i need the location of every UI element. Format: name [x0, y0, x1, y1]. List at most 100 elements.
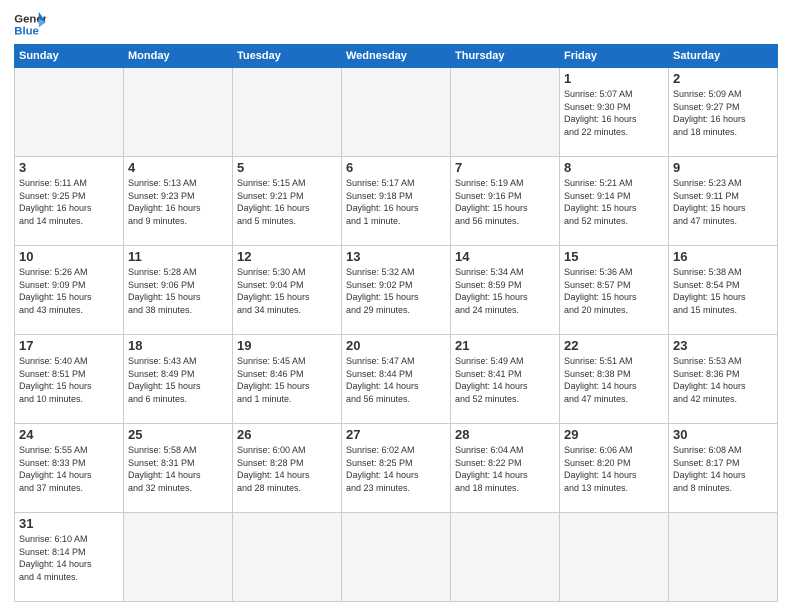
week-row-6: 31 Sunrise: 6:10 AM Sunset: 8:14 PM Dayli… — [15, 513, 778, 602]
calendar-cell: 7Sunrise: 5:19 AM Sunset: 9:16 PM Daylig… — [451, 157, 560, 246]
day-number: 18 — [128, 338, 228, 353]
calendar-cell: 9 Sunrise: 5:23 AM Sunset: 9:11 PM Daylig… — [669, 157, 778, 246]
calendar-cell: 2Sunrise: 5:09 AM Sunset: 9:27 PM Daylig… — [669, 68, 778, 157]
calendar-cell: 3 Sunrise: 5:11 AM Sunset: 9:25 PM Daylig… — [15, 157, 124, 246]
calendar-cell — [124, 513, 233, 602]
calendar-cell: 10 Sunrise: 5:26 AM Sunset: 9:09 PM Dayli… — [15, 246, 124, 335]
day-info: Sunrise: 5:28 AM Sunset: 9:06 PM Dayligh… — [128, 266, 228, 316]
day-info: Sunrise: 5:49 AM Sunset: 8:41 PM Dayligh… — [455, 355, 555, 405]
calendar-cell: 4 Sunrise: 5:13 AM Sunset: 9:23 PM Daylig… — [124, 157, 233, 246]
week-row-5: 24 Sunrise: 5:55 AM Sunset: 8:33 PM Dayli… — [15, 424, 778, 513]
day-number: 9 — [673, 160, 773, 175]
weekday-header-friday: Friday — [560, 45, 669, 68]
day-info: Sunrise: 5:43 AM Sunset: 8:49 PM Dayligh… — [128, 355, 228, 405]
day-number: 22 — [564, 338, 664, 353]
day-number: 20 — [346, 338, 446, 353]
day-info: Sunrise: 5:15 AM Sunset: 9:21 PM Dayligh… — [237, 177, 337, 227]
weekday-header-row: SundayMondayTuesdayWednesdayThursdayFrid… — [15, 45, 778, 68]
day-number: 2 — [673, 71, 773, 86]
day-info: Sunrise: 5:21 AM Sunset: 9:14 PM Dayligh… — [564, 177, 664, 227]
calendar-cell — [342, 68, 451, 157]
day-number: 7 — [455, 160, 555, 175]
calendar-cell — [451, 513, 560, 602]
day-info: Sunrise: 5:17 AM Sunset: 9:18 PM Dayligh… — [346, 177, 446, 227]
calendar-cell: 13 Sunrise: 5:32 AM Sunset: 9:02 PM Dayli… — [342, 246, 451, 335]
day-number: 31 — [19, 516, 119, 531]
day-info: Sunrise: 5:45 AM Sunset: 8:46 PM Dayligh… — [237, 355, 337, 405]
calendar-cell: 19Sunrise: 5:45 AM Sunset: 8:46 PM Dayli… — [233, 335, 342, 424]
day-number: 27 — [346, 427, 446, 442]
day-info: Sunrise: 6:08 AM Sunset: 8:17 PM Dayligh… — [673, 444, 773, 494]
calendar-cell — [15, 68, 124, 157]
day-info: Sunrise: 5:11 AM Sunset: 9:25 PM Dayligh… — [19, 177, 119, 227]
weekday-header-wednesday: Wednesday — [342, 45, 451, 68]
weekday-header-sunday: Sunday — [15, 45, 124, 68]
day-number: 12 — [237, 249, 337, 264]
calendar-cell: 24 Sunrise: 5:55 AM Sunset: 8:33 PM Dayli… — [15, 424, 124, 513]
calendar-cell: 15Sunrise: 5:36 AM Sunset: 8:57 PM Dayli… — [560, 246, 669, 335]
calendar-cell: 18 Sunrise: 5:43 AM Sunset: 8:49 PM Dayli… — [124, 335, 233, 424]
calendar-cell: 5 Sunrise: 5:15 AM Sunset: 9:21 PM Daylig… — [233, 157, 342, 246]
svg-text:Blue: Blue — [14, 26, 39, 38]
day-number: 3 — [19, 160, 119, 175]
weekday-header-saturday: Saturday — [669, 45, 778, 68]
calendar-cell: 22Sunrise: 5:51 AM Sunset: 8:38 PM Dayli… — [560, 335, 669, 424]
day-number: 8 — [564, 160, 664, 175]
calendar-cell: 11 Sunrise: 5:28 AM Sunset: 9:06 PM Dayli… — [124, 246, 233, 335]
day-number: 17 — [19, 338, 119, 353]
day-info: Sunrise: 5:58 AM Sunset: 8:31 PM Dayligh… — [128, 444, 228, 494]
calendar-cell: 6 Sunrise: 5:17 AM Sunset: 9:18 PM Daylig… — [342, 157, 451, 246]
calendar-table: SundayMondayTuesdayWednesdayThursdayFrid… — [14, 44, 778, 602]
day-info: Sunrise: 5:26 AM Sunset: 9:09 PM Dayligh… — [19, 266, 119, 316]
calendar-cell: 8 Sunrise: 5:21 AM Sunset: 9:14 PM Daylig… — [560, 157, 669, 246]
day-number: 16 — [673, 249, 773, 264]
day-info: Sunrise: 5:53 AM Sunset: 8:36 PM Dayligh… — [673, 355, 773, 405]
calendar-cell — [342, 513, 451, 602]
weekday-header-monday: Monday — [124, 45, 233, 68]
day-number: 25 — [128, 427, 228, 442]
page: General Blue SundayMondayTuesdayWednesda… — [0, 0, 792, 612]
day-info: Sunrise: 5:32 AM Sunset: 9:02 PM Dayligh… — [346, 266, 446, 316]
calendar-cell: 30 Sunrise: 6:08 AM Sunset: 8:17 PM Dayli… — [669, 424, 778, 513]
day-info: Sunrise: 6:00 AM Sunset: 8:28 PM Dayligh… — [237, 444, 337, 494]
day-number: 5 — [237, 160, 337, 175]
calendar-cell: 14Sunrise: 5:34 AM Sunset: 8:59 PM Dayli… — [451, 246, 560, 335]
day-number: 6 — [346, 160, 446, 175]
day-info: Sunrise: 6:02 AM Sunset: 8:25 PM Dayligh… — [346, 444, 446, 494]
week-row-2: 3 Sunrise: 5:11 AM Sunset: 9:25 PM Daylig… — [15, 157, 778, 246]
calendar-cell: 29 Sunrise: 6:06 AM Sunset: 8:20 PM Dayli… — [560, 424, 669, 513]
weekday-header-thursday: Thursday — [451, 45, 560, 68]
day-info: Sunrise: 5:47 AM Sunset: 8:44 PM Dayligh… — [346, 355, 446, 405]
calendar-cell — [669, 513, 778, 602]
day-number: 13 — [346, 249, 446, 264]
day-number: 4 — [128, 160, 228, 175]
day-number: 24 — [19, 427, 119, 442]
day-number: 26 — [237, 427, 337, 442]
day-number: 29 — [564, 427, 664, 442]
calendar-cell: 27 Sunrise: 6:02 AM Sunset: 8:25 PM Dayli… — [342, 424, 451, 513]
day-number: 21 — [455, 338, 555, 353]
day-info: Sunrise: 5:34 AM Sunset: 8:59 PM Dayligh… — [455, 266, 555, 316]
day-info: Sunrise: 5:13 AM Sunset: 9:23 PM Dayligh… — [128, 177, 228, 227]
day-info: Sunrise: 5:07 AM Sunset: 9:30 PM Dayligh… — [564, 88, 664, 138]
calendar-cell: 25 Sunrise: 5:58 AM Sunset: 8:31 PM Dayli… — [124, 424, 233, 513]
day-info: Sunrise: 6:06 AM Sunset: 8:20 PM Dayligh… — [564, 444, 664, 494]
day-number: 1 — [564, 71, 664, 86]
day-number: 11 — [128, 249, 228, 264]
week-row-3: 10 Sunrise: 5:26 AM Sunset: 9:09 PM Dayli… — [15, 246, 778, 335]
day-info: Sunrise: 5:30 AM Sunset: 9:04 PM Dayligh… — [237, 266, 337, 316]
calendar-cell: 12 Sunrise: 5:30 AM Sunset: 9:04 PM Dayli… — [233, 246, 342, 335]
day-info: Sunrise: 5:55 AM Sunset: 8:33 PM Dayligh… — [19, 444, 119, 494]
calendar-cell: 26 Sunrise: 6:00 AM Sunset: 8:28 PM Dayli… — [233, 424, 342, 513]
day-info: Sunrise: 6:10 AM Sunset: 8:14 PM Dayligh… — [19, 533, 119, 583]
day-info: Sunrise: 5:23 AM Sunset: 9:11 PM Dayligh… — [673, 177, 773, 227]
day-info: Sunrise: 5:36 AM Sunset: 8:57 PM Dayligh… — [564, 266, 664, 316]
day-number: 30 — [673, 427, 773, 442]
calendar-cell: 17Sunrise: 5:40 AM Sunset: 8:51 PM Dayli… — [15, 335, 124, 424]
header: General Blue — [14, 10, 778, 38]
logo: General Blue — [14, 10, 46, 38]
calendar-cell: 21 Sunrise: 5:49 AM Sunset: 8:41 PM Dayli… — [451, 335, 560, 424]
calendar-cell: 16Sunrise: 5:38 AM Sunset: 8:54 PM Dayli… — [669, 246, 778, 335]
calendar-cell: 23Sunrise: 5:53 AM Sunset: 8:36 PM Dayli… — [669, 335, 778, 424]
day-number: 10 — [19, 249, 119, 264]
